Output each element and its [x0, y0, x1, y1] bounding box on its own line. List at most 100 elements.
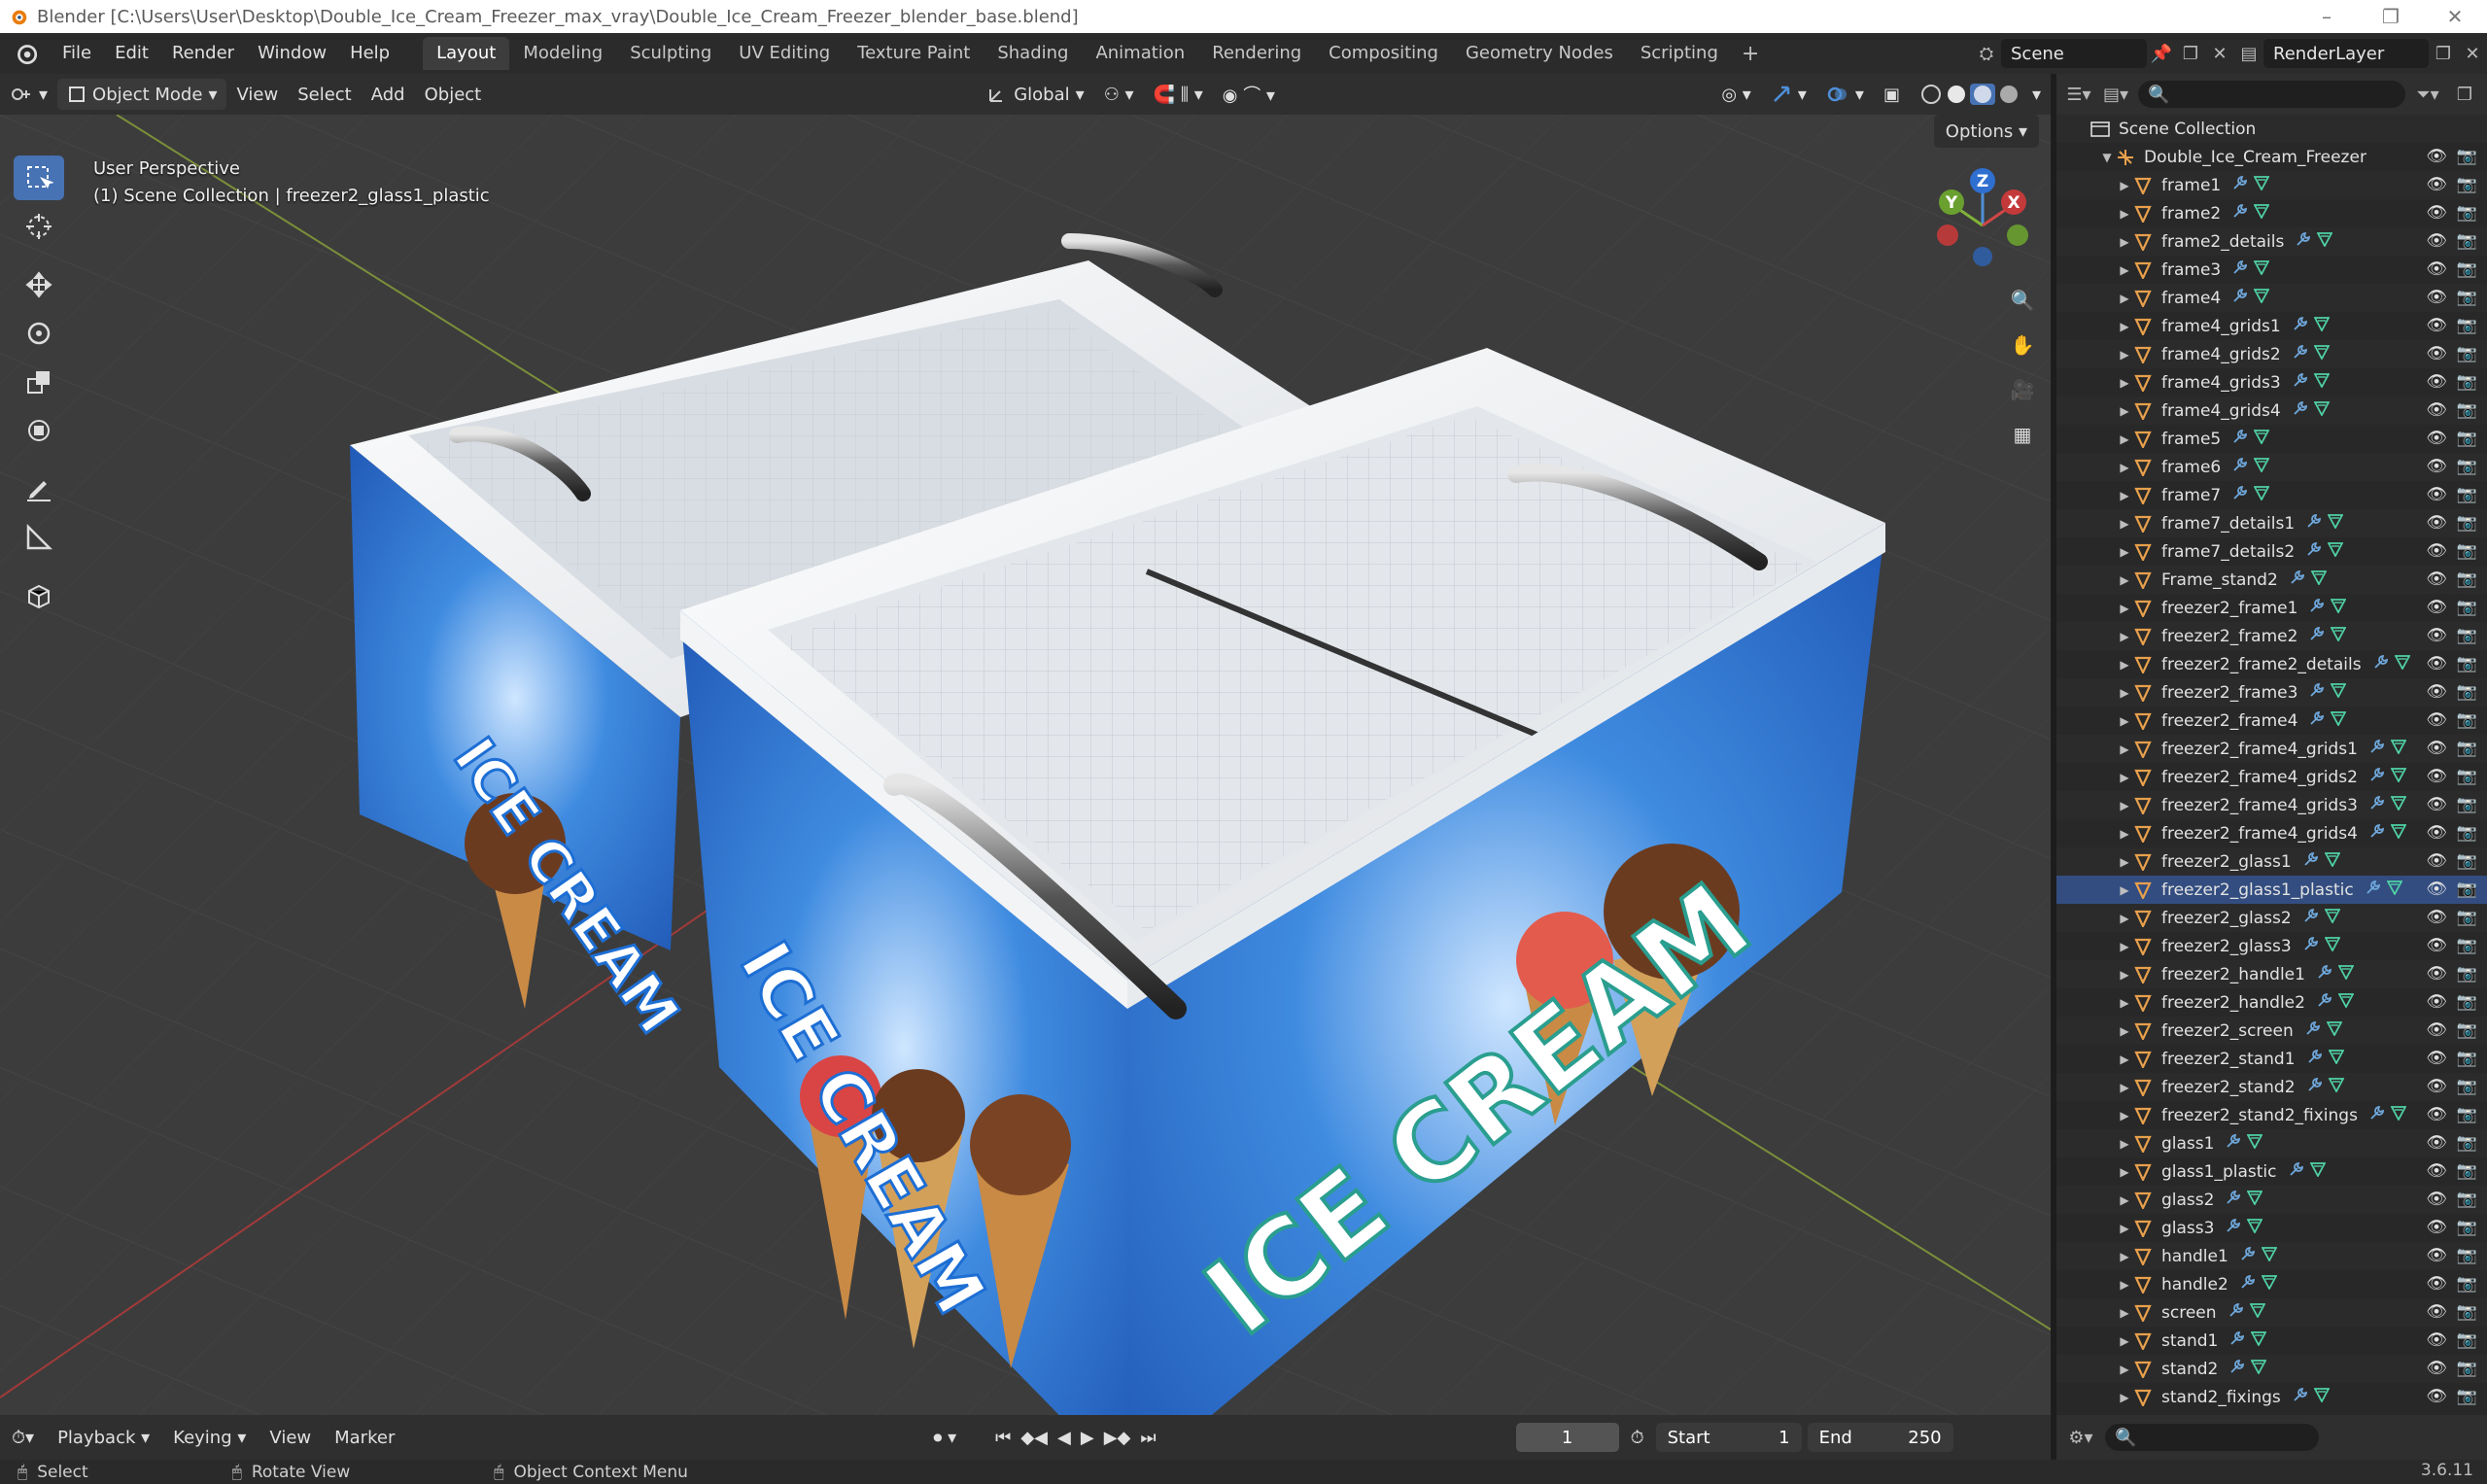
mesh-data-icon[interactable]: [2324, 936, 2341, 956]
camera-icon[interactable]: 📷: [2457, 513, 2477, 533]
eye-icon[interactable]: 👁: [2426, 1190, 2447, 1209]
tab-shading[interactable]: Shading: [984, 37, 1082, 70]
outliner-item[interactable]: ▶ glass1 👁 📷: [2056, 1129, 2487, 1157]
expand-arrow-icon[interactable]: ▶: [2117, 912, 2132, 925]
camera-icon[interactable]: 📷: [2457, 372, 2477, 392]
modifier-wrench-icon[interactable]: [2232, 485, 2248, 505]
modifier-wrench-icon[interactable]: [2369, 1105, 2385, 1125]
camera-icon[interactable]: 📷: [2457, 851, 2477, 871]
camera-icon[interactable]: 📷: [2457, 1274, 2477, 1294]
modifier-wrench-icon[interactable]: [2296, 231, 2311, 252]
scene-selector-icon[interactable]: ⛭: [1972, 39, 2001, 68]
eye-icon[interactable]: 👁: [2426, 175, 2447, 194]
visibility-selector-icon[interactable]: ◎ ▾: [1711, 79, 1760, 110]
new-view-layer-icon[interactable]: ❐: [2429, 39, 2458, 68]
end-frame-field[interactable]: End 250: [1807, 1423, 1953, 1452]
camera-icon[interactable]: 📷: [2457, 1359, 2477, 1378]
camera-icon[interactable]: 📷: [2457, 1020, 2477, 1040]
outliner-item[interactable]: ▶ frame5 👁 📷: [2056, 425, 2487, 453]
expand-arrow-icon[interactable]: ▶: [2117, 1306, 2132, 1320]
outliner-item[interactable]: ▶ freezer2_stand2_fixings 👁 📷: [2056, 1101, 2487, 1129]
eye-icon[interactable]: 👁: [2426, 288, 2447, 307]
eye-icon[interactable]: 👁: [2426, 344, 2447, 363]
modifier-wrench-icon[interactable]: [2232, 288, 2248, 308]
rotate-tool[interactable]: [14, 311, 64, 356]
modifier-wrench-icon[interactable]: [2293, 1387, 2308, 1407]
camera-icon[interactable]: 📷: [2457, 1133, 2477, 1153]
eye-icon[interactable]: 👁: [2426, 936, 2447, 955]
pan-hand-icon[interactable]: ✋: [2002, 325, 2043, 365]
modifier-wrench-icon[interactable]: [2229, 1330, 2245, 1351]
outliner-item[interactable]: ▶ freezer2_glass2 👁 📷: [2056, 904, 2487, 932]
zoom-icon[interactable]: 🔍: [2002, 280, 2043, 321]
tab-rendering[interactable]: Rendering: [1198, 37, 1315, 70]
modifier-wrench-icon[interactable]: [2305, 1020, 2321, 1041]
modifier-wrench-icon[interactable]: [2293, 372, 2308, 393]
proportional-edit-icon[interactable]: ◉ ⌒ ▾: [1213, 79, 1285, 110]
mesh-data-icon[interactable]: [2390, 823, 2407, 844]
eye-icon[interactable]: 👁: [2426, 710, 2447, 730]
modifier-wrench-icon[interactable]: [2369, 739, 2385, 759]
mesh-data-icon[interactable]: [2253, 429, 2270, 449]
expand-arrow-icon[interactable]: ▶: [2117, 461, 2132, 474]
mesh-data-icon[interactable]: [2308, 1161, 2327, 1182]
mesh-data-icon[interactable]: [2313, 344, 2331, 364]
camera-icon[interactable]: 📷: [2457, 654, 2477, 673]
maximize-button[interactable]: ❐: [2359, 0, 2423, 33]
scale-tool[interactable]: [14, 360, 64, 404]
outliner-item[interactable]: ▶ frame6 👁 📷: [2056, 453, 2487, 481]
modifier-wrench-icon[interactable]: [2240, 1246, 2256, 1266]
modifier-wrench-icon[interactable]: [2317, 964, 2332, 984]
preview-range-icon[interactable]: ⏱: [1619, 1428, 1656, 1448]
new-collection-icon[interactable]: ❐: [2450, 80, 2479, 109]
outliner-item[interactable]: ▶ frame2_details 👁 📷: [2056, 227, 2487, 256]
camera-icon[interactable]: 📷: [2457, 598, 2477, 617]
eye-icon[interactable]: 👁: [2426, 1020, 2447, 1040]
mesh-data-icon[interactable]: [2246, 1133, 2263, 1154]
tab-sculpting[interactable]: Sculpting: [616, 37, 725, 70]
expand-arrow-icon[interactable]: ▶: [2117, 376, 2132, 390]
eye-icon[interactable]: 👁: [2426, 626, 2447, 645]
jump-end-icon[interactable]: ⏭: [1140, 1428, 1156, 1448]
camera-icon[interactable]: 📷: [2457, 964, 2477, 984]
blender-menu-icon[interactable]: [10, 37, 43, 70]
record-keyframe-icon[interactable]: ⏺ ▾: [921, 1428, 968, 1448]
expand-arrow-icon[interactable]: ▶: [2117, 686, 2132, 700]
eye-icon[interactable]: 👁: [2426, 147, 2447, 166]
outliner-item[interactable]: ▶ freezer2_stand1 👁 📷: [2056, 1045, 2487, 1073]
outliner-item[interactable]: ▶ frame4 👁 📷: [2056, 284, 2487, 312]
display-mode-icon[interactable]: ▤▾: [2101, 80, 2130, 109]
select-menu[interactable]: Select: [288, 79, 362, 110]
expand-arrow-icon[interactable]: ▼: [2099, 151, 2115, 164]
eye-icon[interactable]: 👁: [2426, 964, 2447, 984]
scene-collection-row[interactable]: Scene Collection: [2056, 115, 2487, 143]
eye-icon[interactable]: 👁: [2426, 457, 2447, 476]
menu-help[interactable]: Help: [338, 37, 401, 70]
outliner-item[interactable]: ▶ glass2 👁 📷: [2056, 1186, 2487, 1214]
modifier-wrench-icon[interactable]: [2307, 1049, 2323, 1069]
3d-viewport[interactable]: ICE CREAM ICE CREAM ICE CREAM User Persp…: [0, 115, 2051, 1415]
camera-icon[interactable]: 📷: [2457, 992, 2477, 1012]
expand-arrow-icon[interactable]: ▶: [2117, 573, 2132, 587]
filter-icon[interactable]: ⏷▾: [2413, 80, 2442, 109]
options-button[interactable]: Options ▾: [1933, 115, 2039, 148]
mesh-data-icon[interactable]: [2390, 767, 2407, 787]
modifier-wrench-icon[interactable]: [2303, 851, 2319, 872]
outliner-item[interactable]: ▶ freezer2_glass3 👁 📷: [2056, 932, 2487, 960]
outliner-item[interactable]: ▶ freezer2_frame2 👁 📷: [2056, 622, 2487, 650]
camera-icon[interactable]: 📷: [2457, 344, 2477, 363]
eye-icon[interactable]: 👁: [2426, 682, 2447, 702]
delete-scene-icon[interactable]: ✕: [2205, 39, 2234, 68]
properties-editor-type-icon[interactable]: ⚙▾: [2066, 1423, 2095, 1452]
eye-icon[interactable]: 👁: [2426, 1133, 2447, 1153]
outliner-item[interactable]: ▶ freezer2_frame1 👁 📷: [2056, 594, 2487, 622]
mesh-data-icon[interactable]: [2326, 1020, 2343, 1041]
mesh-data-icon[interactable]: [2324, 851, 2341, 872]
transform-tool[interactable]: [14, 408, 64, 453]
mesh-data-icon[interactable]: [2261, 1274, 2278, 1294]
mesh-data-icon[interactable]: [2253, 457, 2270, 477]
outliner-item[interactable]: ▶ frame4_grids1 👁 📷: [2056, 312, 2487, 340]
eye-icon[interactable]: 👁: [2426, 429, 2447, 448]
outliner-item[interactable]: ▶ handle2 👁 📷: [2056, 1270, 2487, 1298]
eye-icon[interactable]: 👁: [2426, 880, 2447, 899]
